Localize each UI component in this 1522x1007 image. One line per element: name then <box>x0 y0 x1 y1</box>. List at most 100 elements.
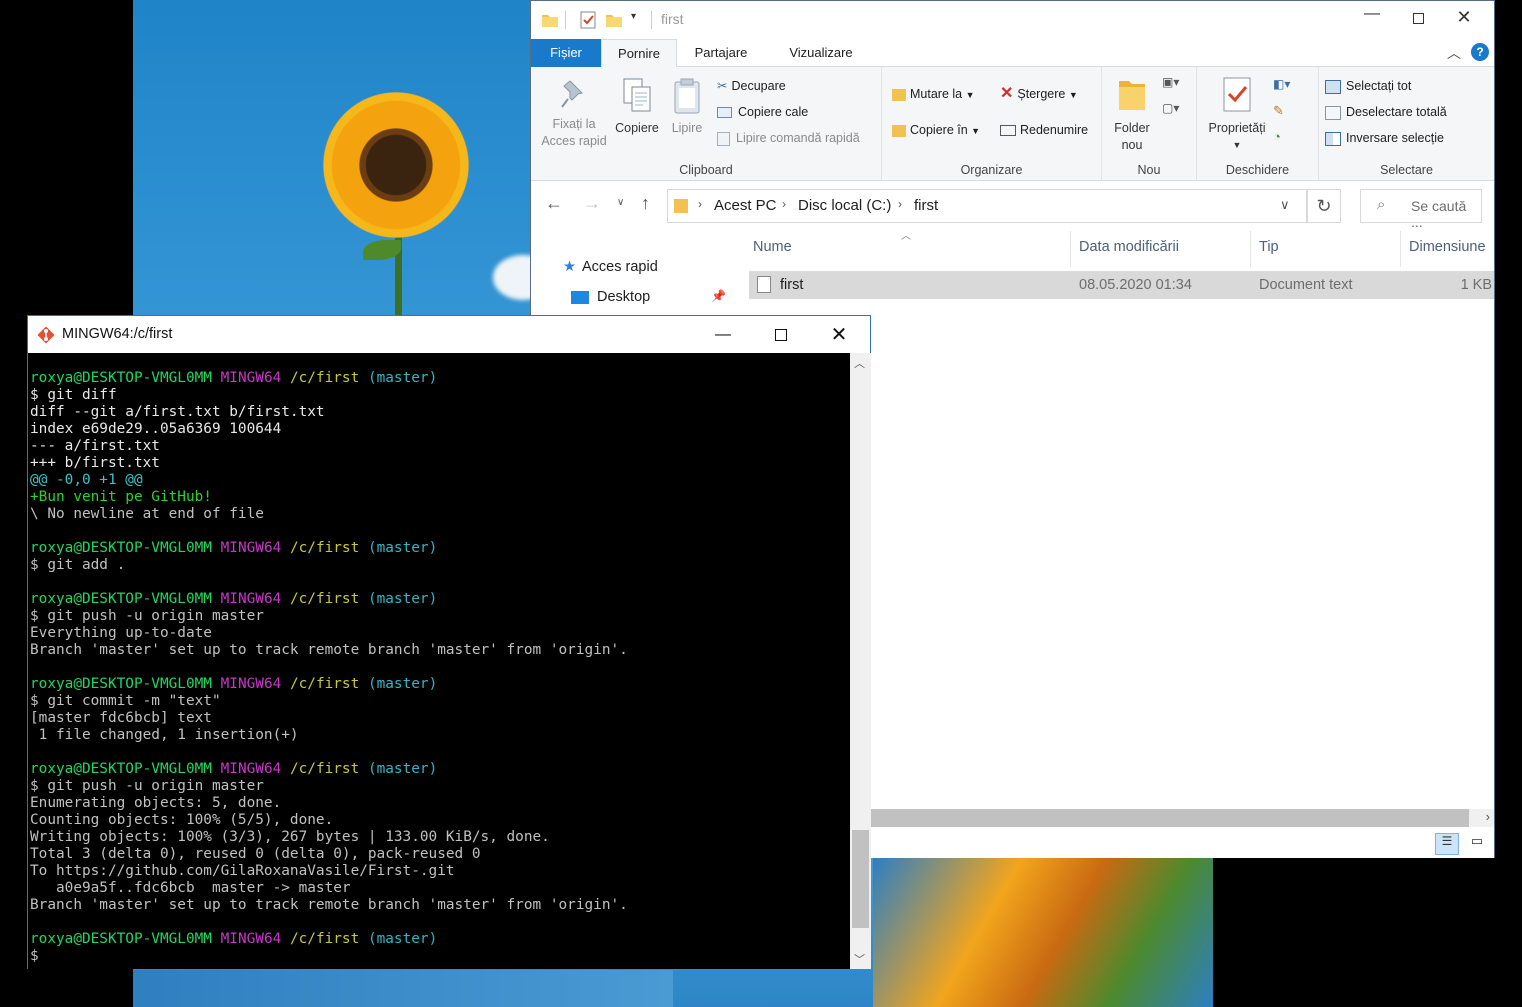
new-group-label: Nou <box>1137 163 1161 177</box>
new-group: Folder nou ▣▾ ▢▾ Nou <box>1102 67 1197 181</box>
select-all-label: Selectați tot <box>1346 79 1412 93</box>
terminal-prompt: roxya@DESKTOP-VMGL0MM MINGW64 /c/first (… <box>30 761 438 777</box>
forward-arrow-icon[interactable]: → <box>583 193 601 214</box>
terminal-minimize-button[interactable]: — <box>694 316 752 353</box>
up-arrow-icon[interactable]: ↑ <box>641 193 650 214</box>
organize-group-label: Organizare <box>960 163 1023 177</box>
column-type[interactable]: Tip <box>1259 239 1279 255</box>
breadcrumb-local-disk[interactable]: Disc local (C:) <box>798 197 891 214</box>
recent-locations-icon[interactable]: ∨ <box>617 197 624 208</box>
terminal-line: $ git diff <box>30 387 117 403</box>
chevron-down-icon[interactable]: ∨ <box>1280 197 1290 213</box>
paste-shortcut-label: Lipire comandă rapidă <box>736 131 860 145</box>
breadcrumb-this-pc[interactable]: Acest PC <box>714 197 777 214</box>
rename-button[interactable]: Redenumire <box>1000 121 1088 139</box>
select-all-button[interactable]: Selectați tot <box>1325 77 1411 95</box>
terminal-line: $ git commit -m "text" <box>30 693 221 709</box>
minimize-button[interactable]: — <box>1349 5 1395 35</box>
copy-path-button[interactable]: Copiere cale <box>717 103 808 121</box>
scroll-right-arrow-icon[interactable]: › <box>1486 809 1490 824</box>
chevron-right-icon: › <box>782 197 786 211</box>
terminal-line: Branch 'master' set up to track remote b… <box>30 897 628 913</box>
paste-shortcut-icon <box>717 131 730 146</box>
paste-shortcut-button[interactable]: Lipire comandă rapidă <box>717 129 860 147</box>
ribbon-tabs: Fișier Pornire Partajare Vizualizare ︿ ? <box>531 39 1494 68</box>
column-date-modified[interactable]: Data modificării <box>1079 239 1179 255</box>
refresh-icon[interactable]: ↻ <box>1307 189 1341 223</box>
tab-share[interactable]: Partajare <box>681 39 761 67</box>
open-group: Proprietăți ▼ ◧▾ ✎ ◔ Deschidere <box>1197 67 1319 181</box>
search-placeholder: Se caută ... <box>1411 198 1467 230</box>
easy-access-icon[interactable]: ▢▾ <box>1162 101 1179 115</box>
move-to-icon <box>892 88 906 101</box>
terminal-titlebar: MINGW64:/c/first — ✕ <box>28 316 870 353</box>
terminal-output[interactable]: roxya@DESKTOP-VMGL0MM MINGW64 /c/first (… <box>28 353 850 969</box>
address-bar[interactable]: › Acest PC › Disc local (C:) › first ∨ <box>667 189 1307 223</box>
invert-selection-button[interactable]: Inversare selecție <box>1325 129 1444 147</box>
terminal-scrollbar[interactable]: ︿ ﹀ <box>850 353 871 969</box>
close-button[interactable]: ✕ <box>1441 7 1487 37</box>
scroll-up-arrow-icon[interactable]: ︿ <box>854 355 865 371</box>
select-none-button[interactable]: Deselectare totală <box>1325 103 1447 121</box>
file-modified: 08.05.2020 01:34 <box>1079 277 1192 293</box>
file-row[interactable]: first 08.05.2020 01:34 Document text 1 K… <box>749 271 1494 299</box>
terminal-scrollbar-thumb[interactable] <box>852 829 869 928</box>
tab-view[interactable]: Vizualizare <box>771 39 871 67</box>
edit-icon[interactable]: ✎ <box>1273 103 1284 119</box>
terminal-maximize-button[interactable] <box>752 316 810 353</box>
pin-icon: 📌 <box>711 289 726 303</box>
terminal-line: a0e9a5f..fdc6bcb master -> master <box>30 880 351 896</box>
rename-label: Redenumire <box>1020 123 1089 137</box>
star-icon: ★ <box>563 259 576 275</box>
details-view-icon[interactable]: ☰ <box>1435 833 1459 855</box>
tab-file[interactable]: Fișier <box>531 39 601 67</box>
maximize-button[interactable] <box>1395 11 1441 41</box>
back-arrow-icon[interactable]: ← <box>545 193 563 214</box>
new-folder-quick-icon[interactable] <box>605 11 623 29</box>
nav-item-quick-access[interactable]: ★ Acces rapid <box>563 259 658 275</box>
nav-item-desktop[interactable]: Desktop <box>571 289 650 305</box>
chevron-right-icon: › <box>698 197 702 211</box>
chevron-up-icon[interactable]: ︿ <box>1447 43 1461 63</box>
terminal-line: Everything up-to-date <box>30 625 212 641</box>
column-size[interactable]: Dimensiune <box>1409 239 1486 255</box>
cut-button[interactable]: ✂ Decupare <box>717 77 786 95</box>
breadcrumb-first[interactable]: first <box>914 197 938 214</box>
terminal-cursor-line: $ <box>30 948 39 964</box>
paste-button[interactable]: Lipire <box>665 77 709 137</box>
dropdown-arrow-icon: ▼ <box>965 90 975 100</box>
new-folder-button[interactable]: Folder nou <box>1106 75 1158 154</box>
properties-button[interactable]: Proprietăți ▼ <box>1201 75 1273 154</box>
help-icon[interactable]: ? <box>1471 43 1489 61</box>
new-folder-icon <box>1119 81 1145 110</box>
new-item-icon[interactable]: ▣▾ <box>1162 75 1179 89</box>
properties-quick-icon[interactable] <box>579 11 597 29</box>
open-icon[interactable]: ◧▾ <box>1273 77 1290 91</box>
terminal-prompt: roxya@DESKTOP-VMGL0MM MINGW64 /c/first (… <box>30 591 438 607</box>
delete-button[interactable]: ✕ Ștergere ▼ <box>1000 85 1078 104</box>
large-icons-view-icon[interactable]: ▭ <box>1465 833 1489 855</box>
terminal-line: diff --git a/first.txt b/first.txt <box>30 404 325 420</box>
terminal-close-button[interactable]: ✕ <box>810 316 868 353</box>
search-input[interactable]: ⌕ Se caută ... <box>1360 189 1482 230</box>
copy-to-button[interactable]: Copiere în ▼ <box>892 121 980 140</box>
clipboard-group: Fixați la Acces rapid Copiere Lipire ✂ De… <box>531 67 882 181</box>
explorer-window-title: first <box>661 11 684 27</box>
clipboard-icon <box>674 78 700 114</box>
scroll-down-arrow-icon[interactable]: ﹀ <box>854 951 865 967</box>
pin-quick-access-button[interactable]: Fixați la Acces rapid <box>537 77 611 150</box>
address-folder-icon <box>674 199 688 213</box>
tab-home[interactable]: Pornire <box>601 39 677 68</box>
nav-desktop-label: Desktop <box>597 289 651 305</box>
customize-quick-access-icon[interactable]: ▾ <box>631 11 636 22</box>
move-to-button[interactable]: Mutare la ▼ <box>892 85 975 104</box>
copy-button[interactable]: Copiere <box>611 77 663 137</box>
terminal-line: $ git push -u origin master <box>30 778 264 794</box>
pin-icon <box>561 80 583 108</box>
history-icon[interactable]: ◔ <box>1273 129 1281 144</box>
terminal-line: Counting objects: 100% (5/5), done. <box>30 812 334 828</box>
clipboard-group-label: Clipboard <box>679 163 733 177</box>
wallpaper-flowers-bottom <box>873 858 1213 1007</box>
ribbon: Fixați la Acces rapid Copiere Lipire ✂ De… <box>531 67 1494 181</box>
column-name[interactable]: Nume <box>753 239 792 255</box>
